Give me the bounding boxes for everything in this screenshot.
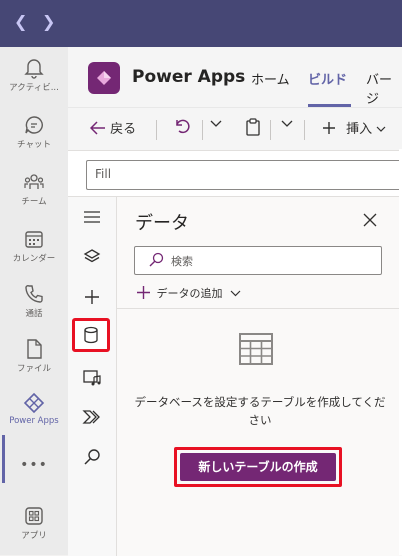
property-value: Fill — [95, 167, 112, 181]
rail-label: カレンダー — [12, 254, 56, 264]
property-selector[interactable]: Fill — [86, 160, 402, 190]
add-data-button[interactable]: データの追加 — [137, 285, 241, 301]
panel-divider — [117, 308, 402, 309]
plus-icon — [137, 286, 150, 299]
calendar-icon — [25, 231, 43, 248]
tab-build[interactable]: ビルド — [308, 69, 347, 88]
data-search-input[interactable]: 検索 — [134, 246, 382, 275]
chevron-down-icon — [281, 120, 293, 127]
plus-icon — [323, 122, 335, 134]
teams-app-bar: アクティビ... チャット チーム カレンダー 通話 ファイル Power Ap… — [0, 47, 69, 555]
search-icon — [84, 449, 100, 465]
tab-home[interactable]: ホーム — [251, 69, 290, 88]
chevron-right-icon[interactable]: ❯ — [42, 12, 55, 31]
insert-button[interactable]: 挿入 — [322, 118, 386, 137]
app-header: Power Apps ホーム ビルド バージ — [68, 47, 402, 107]
studio-area: データ 検索 データの追加 データベースを設定するテーブルを作成してください 新… — [68, 196, 402, 556]
rail-label: Power Apps — [9, 416, 59, 426]
power-apps-main: Power Apps ホーム ビルド バージ 戻る 挿入 Fill データ 検索… — [68, 47, 402, 556]
add-data-label: データの追加 — [156, 287, 223, 300]
tool-tree-view[interactable] — [78, 243, 106, 271]
chat-icon — [25, 116, 43, 134]
rail-item-teams[interactable]: チーム — [0, 171, 68, 207]
rail-item-calls[interactable]: 通話 — [0, 283, 68, 319]
search-icon — [149, 252, 164, 267]
tab-versions[interactable]: バージ — [366, 69, 402, 107]
media-icon — [83, 370, 101, 386]
clipboard-icon — [246, 118, 260, 136]
rail-item-apps[interactable]: アプリ — [0, 505, 68, 541]
tool-data[interactable] — [72, 318, 110, 352]
undo-button[interactable] — [174, 118, 190, 138]
chevron-down-icon — [210, 120, 222, 127]
rail-item-files[interactable]: ファイル — [0, 338, 68, 374]
tool-power-automate[interactable] — [78, 403, 106, 431]
undo-icon — [176, 119, 190, 134]
undo-dropdown[interactable] — [210, 118, 222, 133]
rail-item-activity[interactable]: アクティビ... — [0, 57, 68, 93]
plus-icon — [85, 290, 99, 304]
empty-state-message: データベースを設定するテーブルを作成してください — [134, 395, 386, 427]
back-label: 戻る — [110, 122, 137, 137]
menu-icon — [84, 211, 100, 223]
rail-label: アクティビ... — [9, 83, 59, 93]
rail-label: チーム — [21, 197, 47, 207]
chevron-left-icon[interactable]: ❮ — [14, 12, 27, 31]
bell-icon — [24, 59, 44, 79]
phone-icon — [25, 285, 43, 303]
table-icon — [239, 333, 273, 365]
highlight-frame: 新しいテーブルの作成 — [174, 447, 342, 487]
back-button[interactable]: 戻る — [89, 118, 137, 137]
toolbar-divider — [202, 120, 203, 140]
toolbar-divider — [270, 120, 271, 140]
arrow-left-icon — [89, 121, 105, 135]
rail-label: ファイル — [16, 364, 51, 374]
toolbar-divider — [304, 120, 305, 140]
chevron-down-icon — [376, 126, 386, 132]
power-automate-icon — [82, 410, 100, 424]
power-apps-logo — [88, 62, 120, 94]
rail-more-button[interactable]: ••• — [0, 457, 68, 473]
rail-label: 通話 — [25, 309, 43, 319]
insert-label: 挿入 — [346, 122, 373, 137]
create-new-table-button[interactable]: 新しいテーブルの作成 — [180, 453, 336, 481]
apps-icon — [25, 507, 43, 525]
tool-media[interactable] — [78, 363, 106, 391]
rail-item-calendar[interactable]: カレンダー — [0, 228, 68, 264]
tool-menu[interactable] — [78, 203, 106, 231]
teams-title-bar: ❮ ❯ — [0, 0, 402, 47]
authoring-tool-rail — [68, 197, 117, 556]
paste-dropdown[interactable] — [281, 118, 293, 133]
paste-button[interactable] — [245, 118, 261, 140]
chevron-down-icon — [230, 290, 241, 297]
layers-icon — [83, 249, 101, 263]
panel-title: データ — [135, 213, 189, 234]
app-title: Power Apps — [132, 67, 246, 87]
search-placeholder: 検索 — [171, 255, 193, 268]
close-icon[interactable] — [363, 212, 377, 231]
power-apps-icon — [23, 392, 45, 414]
rail-label: チャット — [17, 140, 51, 150]
command-bar: 戻る 挿入 — [68, 107, 402, 151]
teams-icon — [24, 174, 44, 189]
database-icon — [84, 326, 98, 344]
rail-label: アプリ — [21, 531, 47, 541]
rail-item-power-apps[interactable]: Power Apps — [0, 392, 68, 426]
tool-insert[interactable] — [78, 283, 106, 311]
tool-search[interactable] — [78, 443, 106, 471]
rail-item-chat[interactable]: チャット — [0, 114, 68, 150]
data-panel: データ 検索 データの追加 データベースを設定するテーブルを作成してください 新… — [117, 197, 402, 556]
file-icon — [27, 339, 42, 359]
toolbar-divider — [156, 120, 157, 140]
